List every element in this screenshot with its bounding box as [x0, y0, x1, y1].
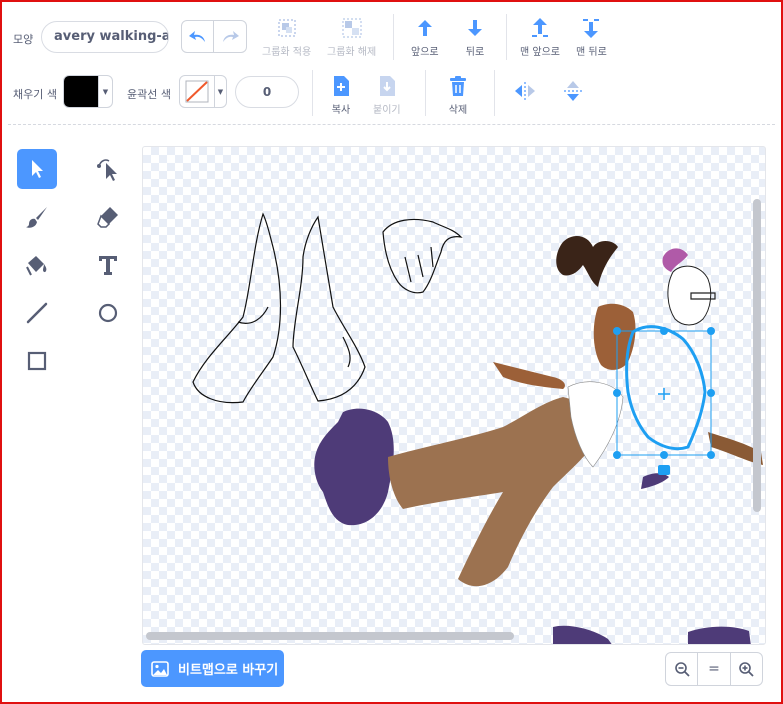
zoom-out-button[interactable] — [666, 653, 697, 685]
flip-vertical-icon — [564, 81, 582, 101]
zoom-reset-button[interactable]: = — [697, 653, 729, 685]
bring-to-front-icon — [528, 16, 552, 40]
group-button[interactable]: 그룹화 적용 — [262, 16, 311, 58]
undo-redo-group — [181, 20, 247, 53]
arm-art — [493, 362, 565, 389]
reshape-icon — [97, 159, 117, 181]
rotate-handle — [658, 465, 670, 475]
group-icon — [275, 16, 299, 40]
redo-icon — [223, 30, 239, 42]
arrow-down-icon — [463, 16, 487, 40]
rectangle-icon — [27, 351, 47, 371]
group-label: 그룹화 적용 — [262, 47, 312, 58]
purple-shoe-art — [314, 408, 394, 526]
brush-icon — [26, 207, 47, 228]
forward-button[interactable]: 앞으로 — [411, 16, 439, 58]
face-art — [593, 303, 636, 370]
eraser-icon — [97, 207, 118, 228]
flip-horizontal-button[interactable] — [506, 72, 544, 110]
no-outline-swatch — [180, 76, 214, 107]
shoe-piece-art — [553, 625, 612, 644]
send-to-back-icon — [579, 16, 603, 40]
forward-label: 앞으로 — [411, 47, 439, 58]
costume-label: 모양 — [13, 33, 34, 46]
outline-legs-art — [192, 212, 366, 404]
selected-shirt-art — [625, 325, 707, 451]
arrow-up-icon — [413, 16, 437, 40]
brush-tool[interactable] — [17, 197, 57, 237]
head-outline-art — [667, 265, 712, 326]
outline-hand-art — [382, 218, 463, 294]
hair-art — [556, 235, 618, 287]
shoe-piece-art — [688, 626, 751, 644]
reshape-tool[interactable] — [88, 149, 128, 189]
paste-icon — [375, 74, 399, 98]
costume-name-input[interactable]: avery walking-a — [41, 21, 169, 53]
rectangle-tool[interactable] — [17, 341, 57, 381]
trash-icon — [446, 74, 470, 98]
back-label: 맨 뒤로 — [576, 47, 607, 58]
zoom-in-icon — [739, 662, 754, 677]
convert-to-bitmap-label: 비트맵으로 바꾸기 — [178, 663, 279, 678]
outline-color-label: 윤곽선 색 — [127, 88, 171, 101]
image-icon — [151, 660, 169, 677]
move-crosshair — [658, 388, 670, 400]
zoom-controls: = — [665, 652, 763, 686]
select-tool[interactable] — [17, 149, 57, 189]
line-tool[interactable] — [17, 293, 57, 333]
ungroup-label: 그룹화 해제 — [327, 47, 377, 58]
copy-label: 복사 — [331, 105, 351, 116]
line-icon — [26, 302, 48, 324]
brown-legs-art — [388, 397, 605, 587]
circle-icon — [98, 303, 118, 323]
flip-vertical-button[interactable] — [554, 72, 592, 110]
backward-label: 뒤로 — [465, 47, 485, 58]
convert-to-bitmap-button[interactable]: 비트맵으로 바꾸기 — [141, 650, 284, 687]
paint-canvas[interactable] — [142, 146, 766, 645]
delete-label: 삭제 — [448, 105, 468, 116]
fill-color-label: 채우기 색 — [13, 88, 57, 101]
shoe-piece-art — [641, 473, 669, 489]
zoom-out-icon — [674, 662, 690, 677]
flip-horizontal-icon — [515, 82, 535, 100]
costume-drawing — [192, 212, 763, 644]
horizontal-scrollbar[interactable] — [146, 632, 514, 640]
backward-button[interactable]: 뒤로 — [463, 16, 487, 58]
undo-icon — [188, 30, 205, 42]
front-button[interactable]: 맨 앞으로 — [520, 16, 560, 58]
outline-color-picker[interactable]: ▼ — [179, 75, 227, 108]
back-button[interactable]: 맨 뒤로 — [576, 16, 607, 58]
undo-button[interactable] — [181, 20, 214, 53]
fill-bucket-icon — [26, 256, 47, 276]
text-tool[interactable] — [88, 245, 128, 285]
copy-icon — [329, 74, 353, 98]
arrow-select-icon — [32, 160, 43, 178]
text-icon — [99, 256, 117, 275]
copy-button[interactable]: 복사 — [329, 74, 353, 116]
circle-tool[interactable] — [88, 293, 128, 333]
chevron-down-icon: ▼ — [214, 76, 226, 107]
paste-label: 붙이기 — [373, 105, 401, 116]
eraser-tool[interactable] — [88, 197, 128, 237]
paste-button[interactable]: 붙이기 — [373, 74, 401, 116]
fill-color-picker[interactable]: ▼ — [63, 75, 113, 108]
zoom-in-button[interactable] — [729, 653, 762, 685]
chevron-down-icon: ▼ — [98, 76, 112, 107]
front-label: 맨 앞으로 — [520, 47, 560, 58]
delete-button[interactable]: 삭제 — [446, 74, 470, 116]
fill-swatch — [64, 76, 98, 107]
vertical-scrollbar[interactable] — [753, 199, 761, 512]
redo-button[interactable] — [214, 20, 247, 53]
outline-width-input[interactable]: 0 — [235, 76, 299, 108]
fill-tool[interactable] — [17, 245, 57, 285]
ungroup-button[interactable]: 그룹화 해제 — [327, 16, 376, 58]
ungroup-icon — [340, 16, 364, 40]
